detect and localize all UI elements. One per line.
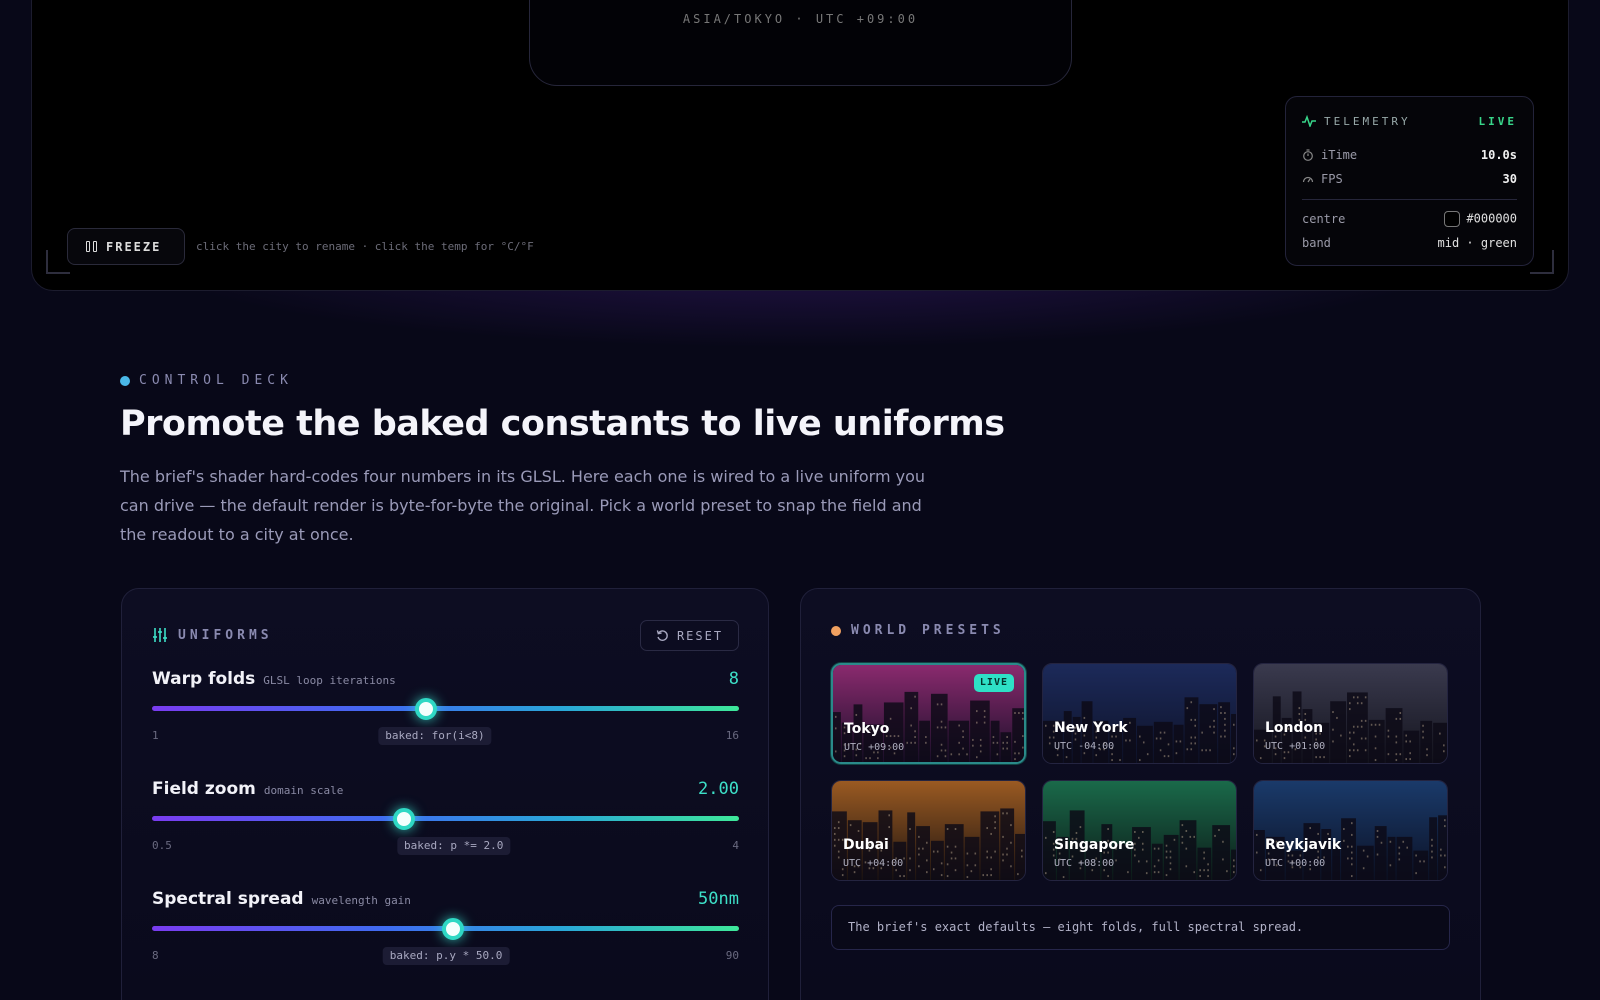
accent-dot: [831, 625, 841, 636]
live-badge: LIVE: [973, 674, 1014, 692]
preset-reykjavik[interactable]: Reykjavik UTC +00:00: [1253, 780, 1448, 881]
telemetry-label: iTime: [1321, 148, 1358, 162]
telemetry-divider: [1302, 199, 1517, 200]
preset-dubai[interactable]: Dubai UTC +04:00: [831, 780, 1026, 881]
telemetry-label: band: [1302, 236, 1331, 250]
uniform-value: 8: [728, 669, 739, 689]
telemetry-value: #000000: [1466, 211, 1517, 226]
sliders-icon: [153, 628, 167, 642]
preset-utc: UTC +09:00: [844, 742, 905, 753]
telemetry-panel: TELEMETRY LIVE iTime 10.0s FPS 30 centre…: [1285, 96, 1534, 266]
field-zoom-slider-track[interactable]: [152, 816, 739, 821]
reset-label: RESET: [676, 628, 724, 643]
telemetry-row-band: band mid · green: [1302, 231, 1517, 255]
preset-name: London: [1265, 720, 1324, 736]
telemetry-value: 30: [1502, 172, 1517, 186]
preset-name: Dubai: [843, 837, 889, 853]
uniform-label: Warp folds GLSL loop iterations: [152, 669, 396, 689]
preset-utc: UTC +00:00: [1265, 858, 1326, 869]
warp-folds-slider-thumb[interactable]: [415, 698, 438, 720]
uniforms-panel: UNIFORMS RESET Warp folds GLSL loop itera…: [121, 588, 769, 1000]
telemetry-value: 10.0s: [1480, 148, 1517, 162]
uniform-label: Field zoom domain scale: [152, 779, 343, 799]
slider-min: 1: [152, 729, 159, 742]
uniform-value: 2.00: [698, 779, 739, 799]
slider-min: 8: [152, 949, 159, 962]
pause-icon: [86, 241, 97, 252]
section-lede: The brief's shader hard-codes four numbe…: [120, 467, 926, 544]
telemetry-row-fps: FPS 30: [1302, 167, 1517, 191]
preset-utc: UTC +01:00: [1265, 741, 1326, 752]
eyebrow-dot: [120, 375, 130, 386]
world-presets-panel: WORLD PRESETS LIVE Tokyo UTC +09:00 New …: [800, 588, 1481, 1000]
preset-utc: UTC +08:00: [1054, 858, 1115, 869]
uniform-sublabel: domain scale: [263, 784, 344, 797]
clock-timezone: ASIA/TOKYO · UTC +09:00: [682, 12, 919, 26]
uniform-label: Spectral spread wavelength gain: [152, 889, 411, 909]
reset-button[interactable]: RESET: [640, 620, 739, 651]
uniform-sublabel: GLSL loop iterations: [263, 674, 396, 687]
gauge-icon: [1302, 176, 1314, 183]
pulse-icon: [1302, 115, 1316, 127]
preset-name: Tokyo: [844, 721, 890, 737]
telemetry-label: FPS: [1321, 172, 1343, 186]
telemetry-row-itime: iTime 10.0s: [1302, 143, 1517, 167]
preset-utc: UTC +04:00: [843, 858, 904, 869]
preset-utc: UTC -04:00: [1054, 741, 1115, 752]
uniform-spectral-spread: Spectral spread wavelength gain 50nm 8 ba…: [152, 889, 739, 989]
preset-name: Reykjavik: [1265, 837, 1342, 853]
eyebrow-label: CONTROL DECK: [139, 373, 293, 388]
preset-name: New York: [1054, 720, 1128, 736]
preset-tokyo[interactable]: LIVE Tokyo UTC +09:00: [831, 663, 1026, 764]
freeze-label: FREEZE: [106, 239, 162, 254]
uniform-value: 50nm: [698, 889, 739, 909]
slider-max: 16: [725, 729, 739, 742]
spectral-spread-slider-thumb[interactable]: [441, 918, 464, 940]
telemetry-title: TELEMETRY: [1324, 114, 1411, 128]
stopwatch-icon: [1303, 149, 1313, 161]
uniform-sublabel: wavelength gain: [311, 894, 411, 907]
section-eyebrow: CONTROL DECK: [120, 373, 293, 388]
uniform-warp-folds: Warp folds GLSL loop iterations 8 1 baked…: [152, 669, 739, 769]
slider-max: 90: [725, 949, 739, 962]
field-zoom-slider-thumb[interactable]: [392, 808, 415, 830]
section-headline: Promote the baked constants to live unif…: [120, 404, 1005, 444]
uniforms-title: UNIFORMS: [152, 627, 273, 643]
preset-name: Singapore: [1054, 837, 1135, 853]
slider-min: 0.5: [152, 839, 172, 852]
uniform-name: Spectral spread: [152, 889, 304, 909]
baked-constant-badge: baked: p.y * 50.0: [382, 947, 510, 965]
telemetry-label: centre: [1302, 212, 1346, 226]
reset-icon: [656, 630, 668, 641]
preset-new-york[interactable]: New York UTC -04:00: [1042, 663, 1237, 764]
baked-constant-badge: baked: p *= 2.0: [397, 837, 511, 855]
preset-singapore[interactable]: Singapore UTC +08:00: [1042, 780, 1237, 881]
uniform-field-zoom: Field zoom domain scale 2.00 0.5 baked: p…: [152, 779, 739, 879]
world-presets-title: WORLD PRESETS: [831, 623, 1005, 638]
uniform-name: Field zoom: [152, 779, 256, 799]
stage-hint: click the city to rename · click the tem…: [196, 240, 534, 253]
preset-description: The brief's exact defaults — eight folds…: [831, 905, 1450, 950]
slider-max: 4: [732, 839, 739, 852]
preset-london[interactable]: London UTC +01:00: [1253, 663, 1448, 764]
telemetry-value: mid · green: [1437, 236, 1517, 250]
clock-card: ASIA/TOKYO · UTC +09:00: [529, 0, 1072, 86]
freeze-button[interactable]: FREEZE: [67, 228, 185, 265]
telemetry-status: LIVE: [1478, 114, 1517, 128]
preset-grid: LIVE Tokyo UTC +09:00 New York UTC -04:0…: [831, 663, 1450, 881]
uniform-name: Warp folds: [152, 669, 256, 689]
world-presets-title-label: WORLD PRESETS: [851, 623, 1005, 638]
color-swatch[interactable]: [1444, 211, 1461, 227]
telemetry-row-centre: centre #000000: [1302, 207, 1517, 231]
uniforms-title-label: UNIFORMS: [178, 627, 273, 643]
baked-constant-badge: baked: for(i<8): [378, 727, 492, 745]
warp-folds-slider-track[interactable]: [152, 706, 739, 711]
